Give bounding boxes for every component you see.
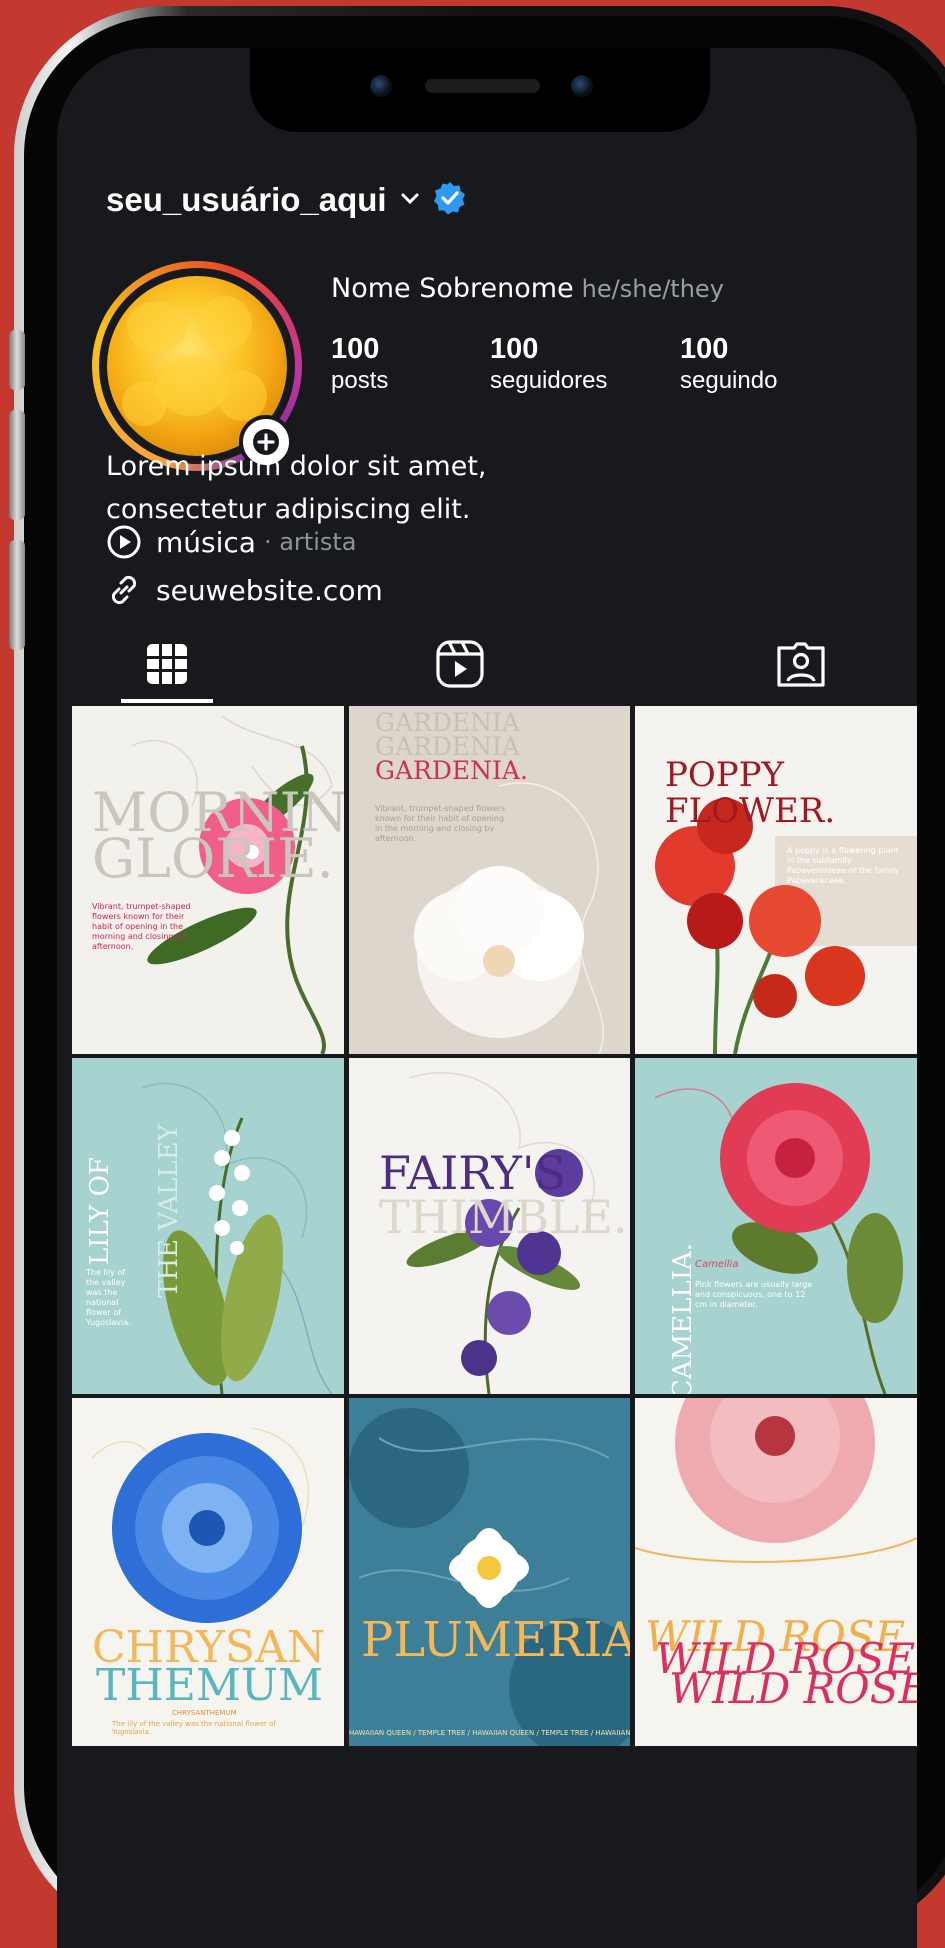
grid-icon bbox=[147, 644, 187, 684]
post-subtitle: CHRYSANTHEMUM bbox=[172, 1709, 237, 1717]
post-morning-glorie[interactable]: MORNING GLORIE. Vibrant, trumpet-shaped … bbox=[72, 706, 344, 1054]
post-title: POPPY bbox=[665, 755, 784, 795]
chevron-down-icon[interactable] bbox=[399, 187, 421, 213]
pronouns: he/she/they bbox=[581, 275, 724, 303]
post-caption: Pink flowers are usually large and consp… bbox=[695, 1280, 813, 1309]
post-caption: The lily of the valley was the national … bbox=[112, 1720, 276, 1736]
music-artist: · artista bbox=[263, 528, 357, 556]
link-icon bbox=[111, 575, 137, 605]
post-poppy-flower[interactable]: POPPY FLOWER. A poppy is a flowering pla… bbox=[635, 706, 917, 1054]
reels-icon bbox=[436, 640, 484, 688]
stat-following[interactable]: 100 seguindo bbox=[680, 332, 777, 396]
stat-posts[interactable]: 100 posts bbox=[331, 332, 388, 396]
post-chrysanthemum[interactable]: CHRYSAN THEMUM CHRYSANTHEMUM The lily of… bbox=[72, 1398, 344, 1746]
post-title: PLUMERIA bbox=[361, 1612, 630, 1668]
play-icon bbox=[107, 525, 141, 559]
post-title: WILD ROSE bbox=[669, 1664, 917, 1713]
post-title: THIMBLE. bbox=[379, 1190, 628, 1244]
post-plumeria[interactable]: PLUMERIA HAWAIIAN QUEEN / TEMPLE TREE / … bbox=[349, 1398, 630, 1746]
profile-header: seu_usuário_aqui bbox=[106, 181, 467, 219]
stat-posts-value: 100 bbox=[331, 333, 380, 365]
post-camellia[interactable]: CAMELLIA. Camellia Pink flowers are usua… bbox=[635, 1058, 917, 1394]
tab-posts-grid[interactable] bbox=[112, 624, 222, 704]
active-tab-indicator bbox=[121, 699, 213, 703]
stat-following-label: seguindo bbox=[680, 367, 778, 394]
phone-notch bbox=[250, 48, 710, 132]
stat-followers-label: seguidores bbox=[490, 367, 608, 394]
stat-followers-value: 100 bbox=[490, 333, 539, 365]
post-title: CAMELLIA. bbox=[668, 1242, 699, 1394]
post-caption: Vibrant, trumpet-shaped flowers known fo… bbox=[375, 804, 506, 843]
post-title: GARDENIA. bbox=[375, 756, 528, 785]
phone-volume-up bbox=[9, 410, 25, 520]
front-camera bbox=[370, 75, 392, 97]
post-title: THE VALLEY bbox=[153, 1124, 184, 1298]
plumeria-illustration bbox=[349, 1408, 630, 1746]
music-row[interactable]: música · artista bbox=[106, 524, 356, 560]
stat-posts-label: posts bbox=[331, 367, 389, 394]
post-subtitle: Camellia bbox=[695, 1259, 739, 1270]
website-link[interactable]: seuwebsite.com bbox=[156, 574, 383, 607]
post-caption: A poppy is a flowering plant in the subf… bbox=[787, 846, 900, 885]
tagged-icon bbox=[777, 642, 825, 687]
post-wild-rose[interactable]: WILD ROSE WILD ROSE WILD ROSE bbox=[635, 1398, 917, 1746]
music-title: música bbox=[156, 525, 256, 559]
display-name-row: Nome Sobrenome he/she/they bbox=[331, 273, 724, 304]
display-name: Nome Sobrenome bbox=[331, 273, 574, 304]
phone-side-button bbox=[9, 330, 25, 390]
tab-tagged[interactable] bbox=[746, 624, 856, 704]
post-title: THEMUM bbox=[96, 1660, 324, 1711]
verified-badge-icon bbox=[433, 181, 467, 219]
post-caption: Vibrant, trumpet-shaped flowers known fo… bbox=[92, 902, 191, 951]
post-lily-of-the-valley[interactable]: LILY OF THE VALLEY The lily of the valle… bbox=[72, 1058, 344, 1394]
post-caption: HAWAIIAN QUEEN / TEMPLE TREE / HAWAIIAN … bbox=[349, 1729, 630, 1737]
post-title: LILY OF bbox=[84, 1157, 115, 1265]
post-title: FLOWER. bbox=[665, 791, 836, 831]
app-screen: seu_usuário_aqui Nome Sobrenome he/she/t… bbox=[57, 48, 917, 1948]
phone-volume-down bbox=[9, 540, 25, 650]
sensor bbox=[571, 75, 593, 97]
stat-following-value: 100 bbox=[680, 333, 729, 365]
website-row[interactable]: seuwebsite.com bbox=[106, 572, 383, 608]
bio-line: Lorem ipsum dolor sit amet, bbox=[106, 451, 487, 482]
stat-followers[interactable]: 100 seguidores bbox=[490, 332, 607, 396]
username[interactable]: seu_usuário_aqui bbox=[106, 181, 387, 219]
post-caption: The lily of the valley was the national … bbox=[86, 1268, 131, 1327]
tab-reels[interactable] bbox=[405, 624, 515, 704]
post-title: GLORIE. bbox=[92, 827, 334, 890]
profile-tabs bbox=[57, 624, 917, 704]
bio: Lorem ipsum dolor sit amet, consectetur … bbox=[106, 445, 487, 531]
earpiece-speaker bbox=[425, 79, 540, 93]
post-fairys-thimble[interactable]: FAIRY'S THIMBLE. bbox=[349, 1058, 630, 1394]
post-gardenia[interactable]: GARDENIA GARDENIA GARDENIA. Vibrant, tru… bbox=[349, 706, 630, 1054]
